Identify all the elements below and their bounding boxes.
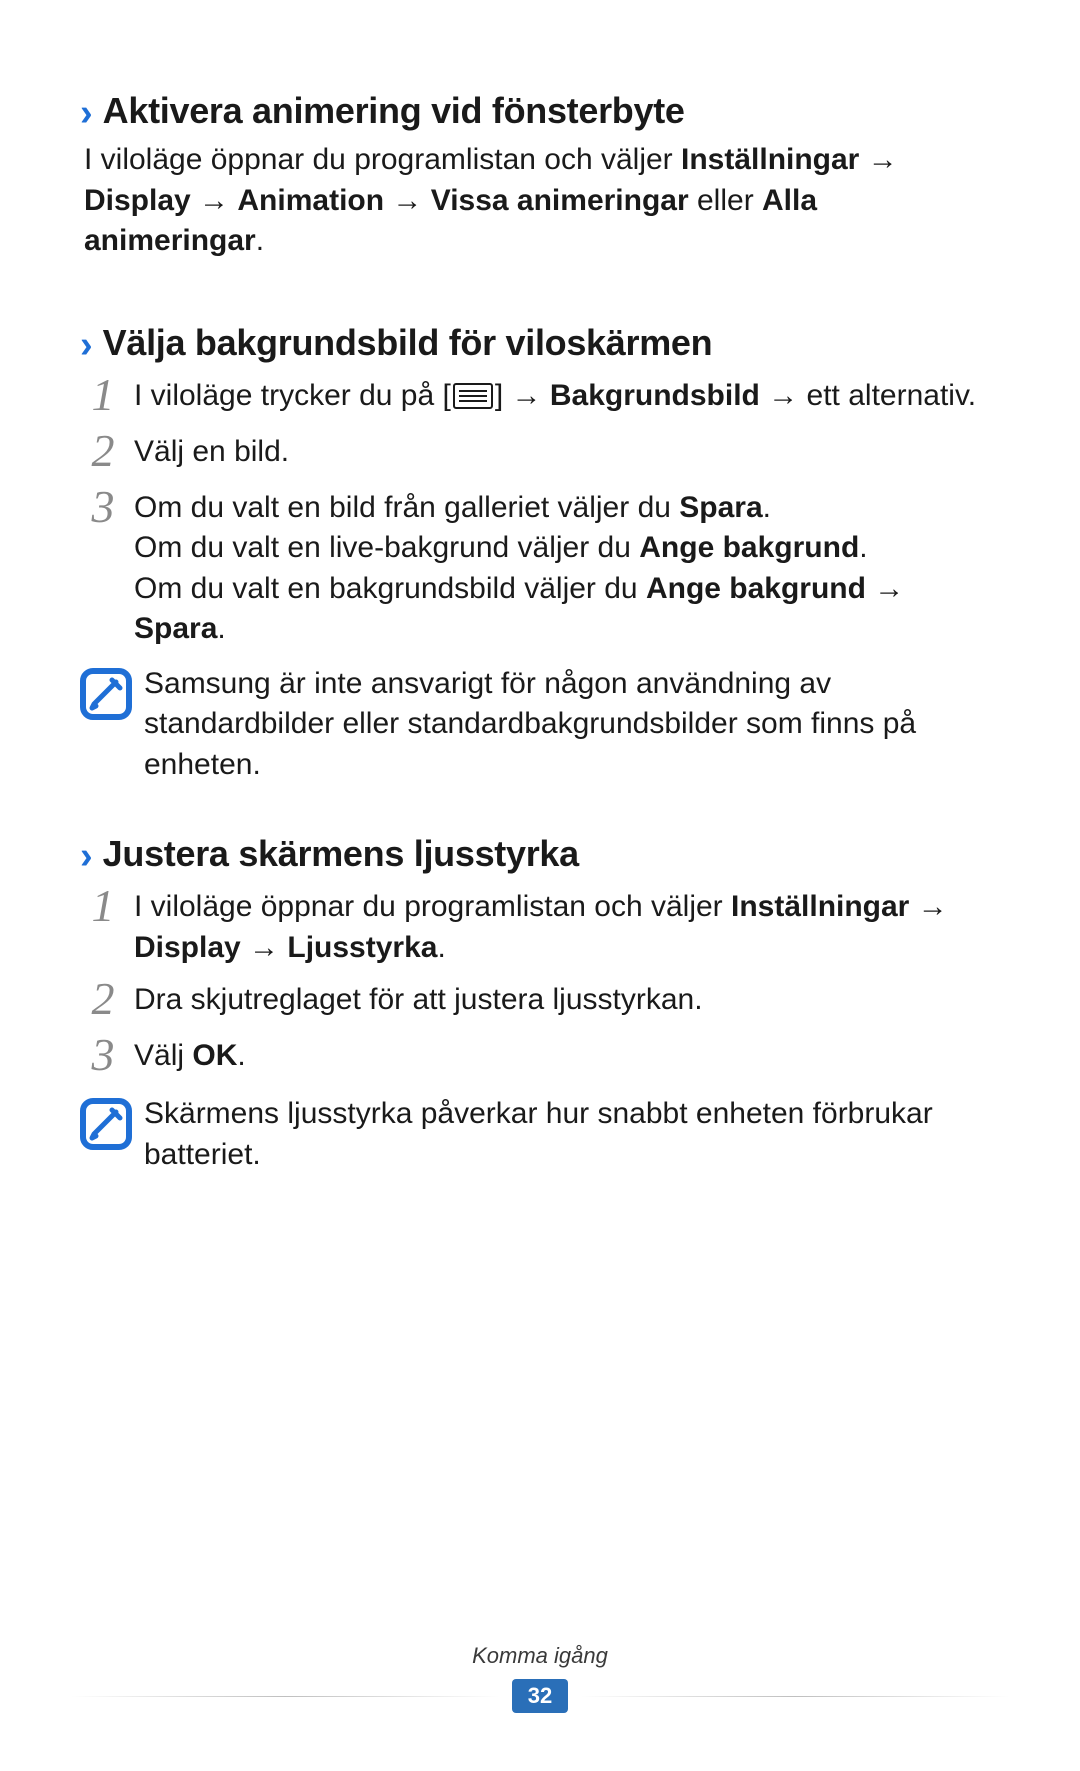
- chevron-icon: ›: [80, 94, 93, 132]
- step-number: 1: [80, 883, 126, 929]
- bold-text: Inställningar: [681, 143, 859, 176]
- text: .: [859, 531, 867, 564]
- text: .: [217, 612, 225, 645]
- footer-label: Komma igång: [0, 1643, 1080, 1669]
- page-number-badge: 32: [512, 1679, 568, 1713]
- text: .: [237, 1039, 245, 1072]
- section-body: I viloläge öppnar du programlistan och v…: [84, 140, 1000, 262]
- text: →: [384, 184, 431, 217]
- note-text: Skärmens ljusstyrka påverkar hur snabbt …: [144, 1094, 1000, 1175]
- section-title: Justera skärmens ljusstyrka: [103, 833, 579, 875]
- bold-text: Spara: [679, 491, 762, 524]
- text: →: [909, 890, 947, 923]
- step-item: 1 I viloläge trycker du på [ ] → Bakgrund…: [80, 374, 1000, 420]
- text: →: [866, 572, 904, 605]
- step-text: Välj OK.: [134, 1034, 1000, 1077]
- text: I viloläge öppnar du programlistan och v…: [84, 143, 681, 176]
- text: ] →: [495, 379, 550, 412]
- step-text: Välj en bild.: [134, 430, 1000, 473]
- text: →: [241, 931, 288, 964]
- bold-text: Vissa animeringar: [431, 184, 689, 217]
- step-item: 2 Dra skjutreglaget för att justera ljus…: [80, 978, 1000, 1024]
- bold-text: OK: [192, 1039, 237, 1072]
- note-icon: [80, 1098, 132, 1150]
- section-title: Aktivera animering vid fönsterbyte: [103, 90, 685, 132]
- step-number: 2: [80, 976, 126, 1022]
- text: .: [437, 931, 445, 964]
- step-text: I viloläge öppnar du programlistan och v…: [134, 885, 1000, 968]
- bold-text: Display: [84, 184, 191, 217]
- section-title: Välja bakgrundsbild för viloskärmen: [103, 322, 713, 364]
- step-list: 1 I viloläge trycker du på [ ] → Bakgrund…: [80, 374, 1000, 650]
- bold-text: Ange bakgrund: [646, 572, 866, 605]
- text: .: [763, 491, 771, 524]
- step-number: 1: [80, 372, 126, 418]
- manual-page: › Aktivera animering vid fönsterbyte I v…: [0, 0, 1080, 1175]
- page-footer: Komma igång 32: [0, 1643, 1080, 1713]
- chevron-icon: ›: [80, 326, 93, 364]
- step-text: Dra skjutreglaget för att justera ljusst…: [134, 978, 1000, 1021]
- step-text: Om du valt en bild från galleriet väljer…: [134, 486, 1000, 650]
- note-block: Skärmens ljusstyrka påverkar hur snabbt …: [80, 1094, 1000, 1175]
- step-item: 2 Välj en bild.: [80, 430, 1000, 476]
- section-heading-bakgrundsbild: › Välja bakgrundsbild för viloskärmen: [80, 322, 1000, 364]
- menu-icon: [453, 383, 493, 409]
- step-number: 3: [80, 1032, 126, 1078]
- note-icon: [80, 668, 132, 720]
- step-text: I viloläge trycker du på [ ] → Bakgrundsb…: [134, 374, 1000, 417]
- step-list: 1 I viloläge öppnar du programlistan och…: [80, 885, 1000, 1080]
- step-number: 3: [80, 484, 126, 530]
- step-item: 3 Om du valt en bild från galleriet välj…: [80, 486, 1000, 650]
- bold-text: Animation: [237, 184, 384, 217]
- note-block: Samsung är inte ansvarigt för någon anvä…: [80, 664, 1000, 786]
- text: I viloläge öppnar du programlistan och v…: [134, 890, 731, 923]
- bold-text: Display: [134, 931, 241, 964]
- text: Om du valt en bakgrundsbild väljer du: [134, 572, 646, 605]
- text: eller: [689, 184, 762, 217]
- text: I viloläge trycker du på [: [134, 379, 451, 412]
- text: Välj: [134, 1039, 192, 1072]
- section-heading-ljusstyrka: › Justera skärmens ljusstyrka: [80, 833, 1000, 875]
- text: →: [191, 184, 238, 217]
- note-text: Samsung är inte ansvarigt för någon anvä…: [144, 664, 1000, 786]
- bold-text: Spara: [134, 612, 217, 645]
- bold-text: Ljusstyrka: [287, 931, 437, 964]
- bold-text: Bakgrundsbild: [550, 379, 760, 412]
- text: Om du valt en bild från galleriet väljer…: [134, 491, 679, 524]
- bold-text: Inställningar: [731, 890, 909, 923]
- text: → ett alternativ.: [760, 379, 976, 412]
- text: →: [859, 143, 897, 176]
- chevron-icon: ›: [80, 837, 93, 875]
- section-heading-animering: › Aktivera animering vid fönsterbyte: [80, 90, 1000, 132]
- step-number: 2: [80, 428, 126, 474]
- text: .: [256, 224, 264, 257]
- step-item: 3 Välj OK.: [80, 1034, 1000, 1080]
- text: Om du valt en live-bakgrund väljer du: [134, 531, 639, 564]
- step-item: 1 I viloläge öppnar du programlistan och…: [80, 885, 1000, 968]
- bold-text: Ange bakgrund: [639, 531, 859, 564]
